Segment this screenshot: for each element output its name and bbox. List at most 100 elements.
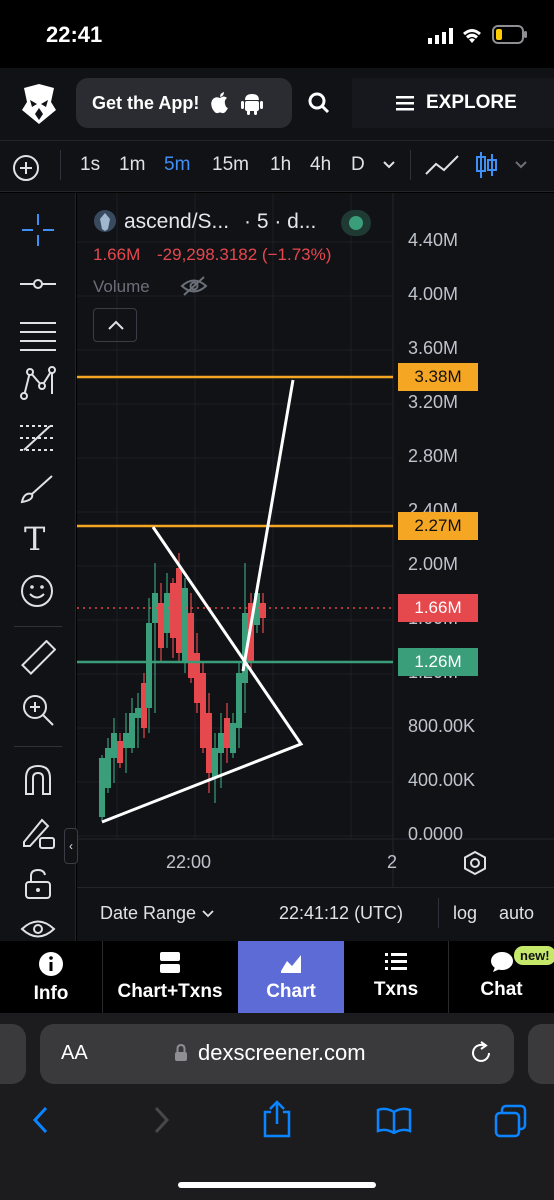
tab-chart[interactable]: Chart	[238, 941, 344, 1013]
new-badge: new!	[514, 946, 554, 965]
brush-tool-icon[interactable]	[20, 474, 56, 506]
forecast-tool-icon[interactable]	[20, 422, 56, 454]
price-tick: 2.00M	[408, 554, 459, 574]
magnet-tool-icon[interactable]	[22, 764, 54, 796]
eye-hidden-icon[interactable]	[180, 275, 208, 297]
candle-body	[212, 748, 218, 778]
timeframe-4h[interactable]: 4h	[310, 154, 331, 176]
candle-body	[135, 708, 141, 718]
price-chart[interactable]	[77, 193, 554, 887]
timeframe-D[interactable]: D	[351, 154, 365, 176]
candle-body	[105, 748, 111, 788]
add-indicator-icon[interactable]	[12, 154, 40, 182]
timeframe-15m[interactable]: 15m	[212, 154, 249, 176]
apple-icon	[211, 92, 229, 114]
candle-body	[224, 718, 230, 748]
fib-tool-icon[interactable]	[20, 320, 56, 352]
divider	[410, 150, 411, 180]
get-app-button[interactable]: Get the App!	[76, 78, 292, 128]
text-size-button[interactable]: AA	[61, 1042, 88, 1065]
tab-chart-txns[interactable]: Chart+Txns	[103, 941, 237, 1013]
text-tool-icon[interactable]: T	[24, 520, 45, 558]
timeframe-5m[interactable]: 5m	[164, 154, 190, 176]
candle-body	[188, 613, 194, 678]
trend-line-tool-icon[interactable]	[20, 272, 56, 296]
tabs-icon[interactable]	[494, 1104, 528, 1138]
eye-visibility-icon[interactable]	[20, 918, 56, 940]
time-tick: 2	[387, 852, 398, 872]
lock-drawings-pencil-icon[interactable]	[20, 814, 56, 850]
tab-txns[interactable]: Txns	[344, 941, 448, 1013]
candle-body	[123, 733, 129, 748]
pair-symbol[interactable]: ascend/S...	[124, 210, 229, 234]
chevron-down-icon	[202, 909, 214, 917]
tab-txns-label: Txns	[373, 979, 419, 1000]
lock-icon	[175, 1044, 187, 1061]
timeframe-1h[interactable]: 1h	[270, 154, 291, 176]
line-chart-type-icon[interactable]	[424, 152, 460, 178]
collapse-legend-button[interactable]	[93, 308, 137, 342]
emoji-tool-icon[interactable]	[20, 574, 54, 608]
price-tick: 3.20M	[408, 392, 459, 412]
date-range-button[interactable]: Date Range	[100, 903, 214, 924]
next-tab-peek[interactable]	[528, 1024, 554, 1084]
cellular-signal-icon	[428, 28, 453, 44]
chevron-down-icon[interactable]	[382, 160, 396, 170]
chevron-left-icon: ‹	[69, 839, 73, 853]
utc-clock[interactable]: 22:41:12 (UTC)	[279, 903, 403, 924]
back-icon[interactable]	[30, 1104, 52, 1136]
candle-body	[206, 713, 212, 773]
candlestick-series	[99, 553, 266, 821]
chevron-down-icon[interactable]	[514, 160, 528, 170]
candle-body	[182, 588, 188, 663]
status-toggle[interactable]	[341, 210, 371, 236]
explore-label: EXPLORE	[426, 92, 517, 113]
token-avatar-icon	[94, 210, 116, 232]
candle-body	[200, 673, 206, 748]
zoom-in-tool-icon[interactable]	[20, 692, 56, 728]
share-icon[interactable]	[262, 1100, 292, 1138]
timeframe-1s[interactable]: 1s	[80, 154, 100, 176]
chart-settings-icon[interactable]	[462, 850, 488, 876]
forward-icon[interactable]	[150, 1104, 172, 1136]
candle-body	[111, 733, 117, 758]
timeframe-1m[interactable]: 1m	[119, 154, 145, 176]
date-range-label: Date Range	[100, 903, 197, 923]
info-icon	[39, 952, 63, 976]
tab-info[interactable]: Info	[0, 941, 102, 1013]
last-price-value: 1.66M	[93, 245, 141, 264]
price-tick: 0.0000	[408, 824, 464, 844]
divider	[438, 898, 439, 928]
candle-body	[158, 603, 164, 648]
search-icon[interactable]	[308, 92, 330, 114]
previous-tab-peek[interactable]	[0, 1024, 26, 1084]
unlock-icon[interactable]	[24, 868, 52, 900]
reload-icon[interactable]	[470, 1040, 494, 1066]
tab-info-label: Info	[33, 983, 69, 1004]
pattern-tool-icon[interactable]	[20, 366, 56, 400]
android-icon	[241, 94, 264, 115]
crosshair-tool-icon[interactable]	[22, 214, 54, 246]
price-tick: 400.00K	[408, 770, 476, 790]
auto-scale-toggle[interactable]: auto	[499, 903, 534, 924]
price-tick: 4.40M	[408, 230, 459, 250]
candle-body	[129, 713, 135, 748]
log-scale-toggle[interactable]: log	[453, 903, 477, 924]
price-change-value: -29,298.3182 (−1.73%)	[157, 245, 332, 264]
candle-body	[117, 741, 123, 763]
get-app-label: Get the App!	[92, 92, 200, 113]
home-indicator	[178, 1182, 376, 1188]
divider	[14, 746, 62, 747]
wifi-icon	[463, 29, 481, 43]
chevron-up-icon	[108, 320, 124, 330]
url-text[interactable]: dexscreener.com	[198, 1040, 366, 1066]
bookmarks-icon[interactable]	[376, 1106, 412, 1134]
candlestick-type-icon[interactable]	[474, 150, 498, 180]
collapse-toolbar-button[interactable]: ‹	[64, 828, 78, 864]
dexscreener-logo-icon[interactable]	[20, 82, 58, 126]
status-time: 22:41	[46, 22, 103, 47]
price-tick: 2.80M	[408, 446, 459, 466]
explore-button[interactable]: EXPLORE	[352, 78, 554, 128]
battery-icon	[492, 25, 527, 44]
ruler-tool-icon[interactable]	[20, 640, 56, 676]
